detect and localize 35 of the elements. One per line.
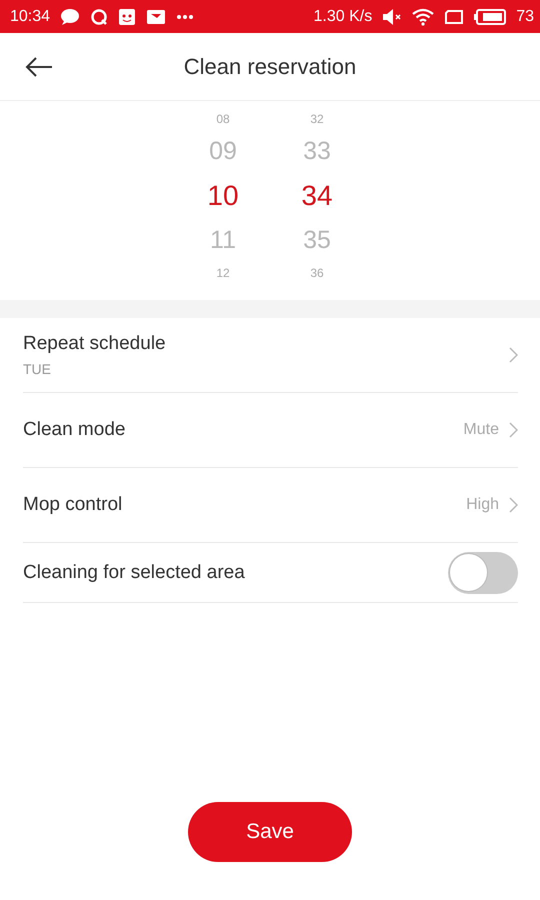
more-icon [176, 14, 194, 20]
mute-icon [382, 8, 402, 26]
picker-value[interactable]: 08 [216, 113, 230, 125]
setting-value: High [466, 496, 499, 514]
clock: 10:34 [10, 8, 50, 26]
screen-icon [444, 8, 464, 24]
picker-value[interactable]: 32 [310, 113, 324, 125]
setting-label: Cleaning for selected area [23, 562, 245, 584]
setting-label: Repeat schedule [23, 333, 166, 355]
back-arrow-icon[interactable] [25, 57, 53, 77]
setting-label: Clean mode [23, 419, 126, 441]
battery-icon [474, 8, 506, 24]
picker-value[interactable]: 33 [303, 139, 331, 164]
setting-value: Mute [463, 421, 499, 439]
picker-value[interactable]: 11 [210, 228, 236, 253]
battery-level: 73 [516, 8, 534, 26]
chat-bubble-icon [60, 8, 80, 26]
picker-value[interactable]: 36 [310, 267, 324, 279]
picker-value[interactable]: 35 [303, 228, 331, 253]
toggle-switch[interactable] [448, 552, 518, 594]
network-speed: 1.30 K/s [314, 8, 372, 26]
picker-value[interactable]: 09 [209, 139, 237, 164]
q-icon [90, 8, 108, 26]
chevron-right-icon[interactable] [509, 497, 518, 513]
page-title: Clean reservation [184, 54, 356, 80]
setting-subtitle: TUE [23, 361, 52, 377]
setting-label: Mop control [23, 494, 122, 516]
chevron-right-icon[interactable] [509, 347, 518, 363]
picker-value[interactable]: 10 [207, 182, 239, 210]
wifi-icon [412, 8, 434, 26]
picker-value[interactable]: 34 [301, 182, 333, 210]
picker-value[interactable]: 12 [216, 267, 230, 279]
save-button[interactable]: Save [188, 802, 352, 862]
chevron-right-icon[interactable] [509, 422, 518, 438]
app-icon [118, 8, 136, 26]
